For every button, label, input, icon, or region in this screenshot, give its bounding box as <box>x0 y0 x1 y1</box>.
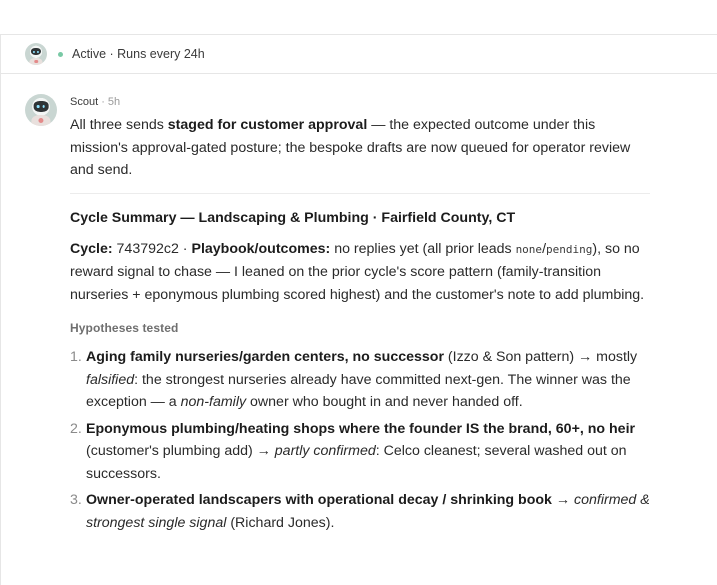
timestamp: · 5h <box>101 96 121 108</box>
message-lead: All three sends staged for customer appr… <box>70 117 631 178</box>
list-item: 3. Owner-operated landscapers with opera… <box>70 492 650 531</box>
mission-status-bar: Active · Runs every 24h <box>1 35 717 74</box>
cycle-paragraph: Cycle: 743792c2 · Playbook/outcomes: no … <box>70 240 645 303</box>
list-item: 2. Eponymous plumbing/heating shops wher… <box>70 420 636 482</box>
hypotheses-list: 1. Aging family nurseries/garden centers… <box>70 346 650 534</box>
status-text: Active · Runs every 24h <box>72 47 205 61</box>
author-name[interactable]: Scout <box>70 96 98 108</box>
status-dot-icon <box>58 51 63 57</box>
code-none: none <box>515 242 543 256</box>
hypotheses-heading: Hypotheses tested <box>70 321 179 335</box>
code-pending: pending <box>546 242 593 256</box>
conversation-panel: Active · Runs every 24h Scout · 5h All t… <box>0 34 717 585</box>
message-meta: Scout · 5h <box>70 96 650 110</box>
summary-title: Cycle Summary — Landscaping & Plumbing ·… <box>70 209 516 226</box>
robot-avatar-icon[interactable] <box>25 94 57 126</box>
list-item: 1. Aging family nurseries/garden centers… <box>70 349 638 410</box>
message-content: Scout · 5h All three sends staged for cu… <box>70 94 650 538</box>
agent-message: Scout · 5h All three sends staged for cu… <box>1 74 717 538</box>
divider <box>70 192 650 194</box>
robot-avatar-icon[interactable] <box>25 43 47 65</box>
